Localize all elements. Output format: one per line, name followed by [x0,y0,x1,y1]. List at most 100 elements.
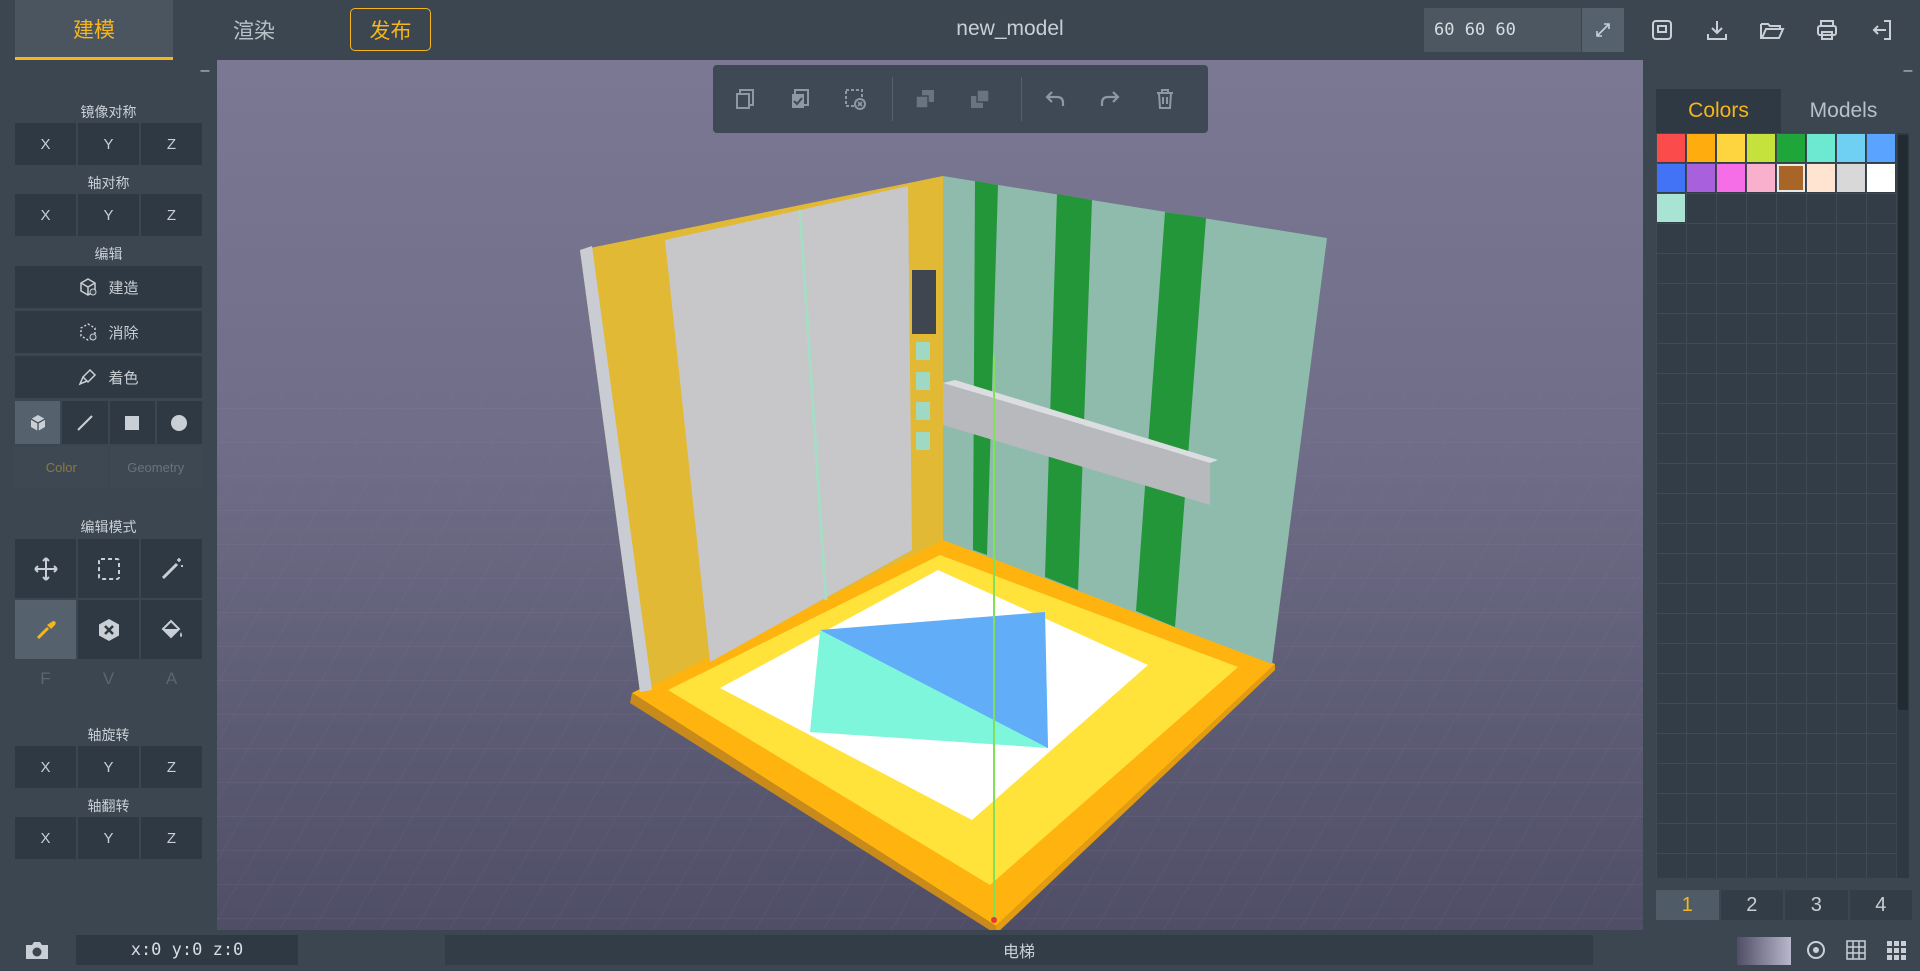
color-swatch[interactable] [1777,134,1805,162]
save-button[interactable] [1646,14,1678,46]
flip-y-button[interactable]: Y [78,817,139,859]
rotate-y-button[interactable]: Y [78,746,139,788]
palette-page-4[interactable]: 4 [1849,890,1912,920]
color-swatch[interactable] [1807,164,1835,192]
palette-scroll-thumb[interactable] [1898,135,1908,710]
bring-forward-button[interactable] [907,81,943,117]
models-tab[interactable]: Models [1781,89,1906,133]
palette-scrollbar[interactable] [1897,133,1909,878]
voxel-mode-toggle[interactable]: V [78,661,139,697]
face-mode-toggle[interactable]: F [15,661,76,697]
camera-reset-button[interactable] [1801,935,1831,965]
eyedropper-tool-button[interactable] [15,600,76,659]
delete-voxel-tool-button[interactable] [78,600,139,659]
mirror-z-button[interactable]: Z [141,123,202,165]
mirror-y-button[interactable]: Y [78,123,139,165]
square-icon [125,415,140,430]
copy-button[interactable] [727,81,763,117]
erase-button[interactable]: 消除 [15,311,202,353]
box-select-tool-button[interactable] [78,539,139,598]
collapse-left-panel-button[interactable]: – [198,63,212,80]
color-swatch[interactable] [1807,134,1835,162]
grid-density-button[interactable] [1881,935,1911,965]
rotate-z-button[interactable]: Z [141,746,202,788]
dimensions-input[interactable] [1424,8,1579,52]
color-swatch[interactable] [1687,164,1715,192]
color-swatch[interactable] [1657,134,1685,162]
toolbar-divider [1021,77,1022,121]
color-swatch[interactable] [1657,164,1685,192]
model-name-status: 电梯 [445,935,1593,965]
download-button[interactable] [1701,14,1733,46]
elevator-button-3 [916,402,930,420]
color-swatch[interactable] [1687,134,1715,162]
background-color-swatch[interactable] [1737,937,1791,965]
copy-icon [736,89,754,109]
paint-bucket-icon [161,619,182,638]
edit-mode-title: 编辑模式 [80,519,137,535]
color-swatch[interactable] [1837,134,1865,162]
grid-toggle-button[interactable] [1841,935,1871,965]
voxel-shape-button[interactable] [15,401,61,444]
colors-tab[interactable]: Colors [1656,89,1781,133]
screenshot-button[interactable] [22,935,52,965]
move-arrows-icon [33,556,58,581]
rotate-x-button[interactable]: X [15,746,76,788]
undo-button[interactable] [1037,81,1073,117]
axis-sym-x-button[interactable]: X [15,194,76,236]
redo-button[interactable] [1092,81,1128,117]
palette-page-3[interactable]: 3 [1785,890,1848,920]
resize-apply-button[interactable] [1581,8,1624,52]
circle-shape-button[interactable] [156,401,202,444]
palette-page-1[interactable]: 1 [1656,890,1719,920]
exit-button[interactable] [1866,14,1898,46]
3d-viewport[interactable] [217,60,1643,930]
elevator-button-2 [916,372,930,390]
collapse-right-panel-button[interactable]: – [1901,63,1915,80]
geometry-mode-tab[interactable]: Geometry [109,446,202,488]
build-button[interactable]: 建造 [15,266,202,308]
publish-button[interactable]: 发布 [350,8,431,51]
shape-mode-tabs: Color Geometry [15,446,202,488]
color-swatch[interactable] [1717,164,1745,192]
axis-sym-y-button[interactable]: Y [78,194,139,236]
all-mode-toggle[interactable]: A [141,661,202,697]
send-backward-button[interactable] [962,81,998,117]
flip-x-button[interactable]: X [15,817,76,859]
color-mode-tab[interactable]: Color [15,446,108,488]
delete-all-button[interactable] [1147,81,1183,117]
mirror-title: 镜像对称 [80,104,137,120]
color-swatch[interactable] [1747,164,1775,192]
palette-page-2[interactable]: 2 [1720,890,1783,920]
voxel-scene [217,176,1643,930]
magic-wand-tool-button[interactable] [141,539,202,598]
move-tool-button[interactable] [15,539,76,598]
paste-button[interactable] [782,81,818,117]
edit-title: 编辑 [94,246,123,262]
color-swatch[interactable] [1867,164,1895,192]
fill-bucket-tool-button[interactable] [141,600,202,659]
mirror-x-button[interactable]: X [15,123,76,165]
rect-shape-button[interactable] [109,401,155,444]
color-swatch[interactable] [1777,164,1805,192]
cube-icon [30,414,45,431]
axis-sym-z-button[interactable]: Z [141,194,202,236]
grid-icon [1846,940,1866,960]
paint-button[interactable]: 着色 [15,356,202,398]
open-folder-button[interactable] [1756,14,1788,46]
clear-selection-button[interactable] [837,81,873,117]
line-shape-button[interactable] [62,401,108,444]
color-swatch[interactable] [1717,134,1745,162]
print-button[interactable] [1811,14,1843,46]
tab-model[interactable]: 建模 [15,0,173,60]
toolbar-divider [892,77,893,121]
color-swatch[interactable] [1657,194,1685,222]
tab-render[interactable]: 渲染 [175,0,333,60]
paste-check-icon [792,89,809,108]
axis-rotate-title: 轴旋转 [87,727,130,743]
color-swatch[interactable] [1837,164,1865,192]
color-swatch[interactable] [1867,134,1895,162]
elevator-button-1 [916,342,930,360]
flip-z-button[interactable]: Z [141,817,202,859]
color-swatch[interactable] [1747,134,1775,162]
